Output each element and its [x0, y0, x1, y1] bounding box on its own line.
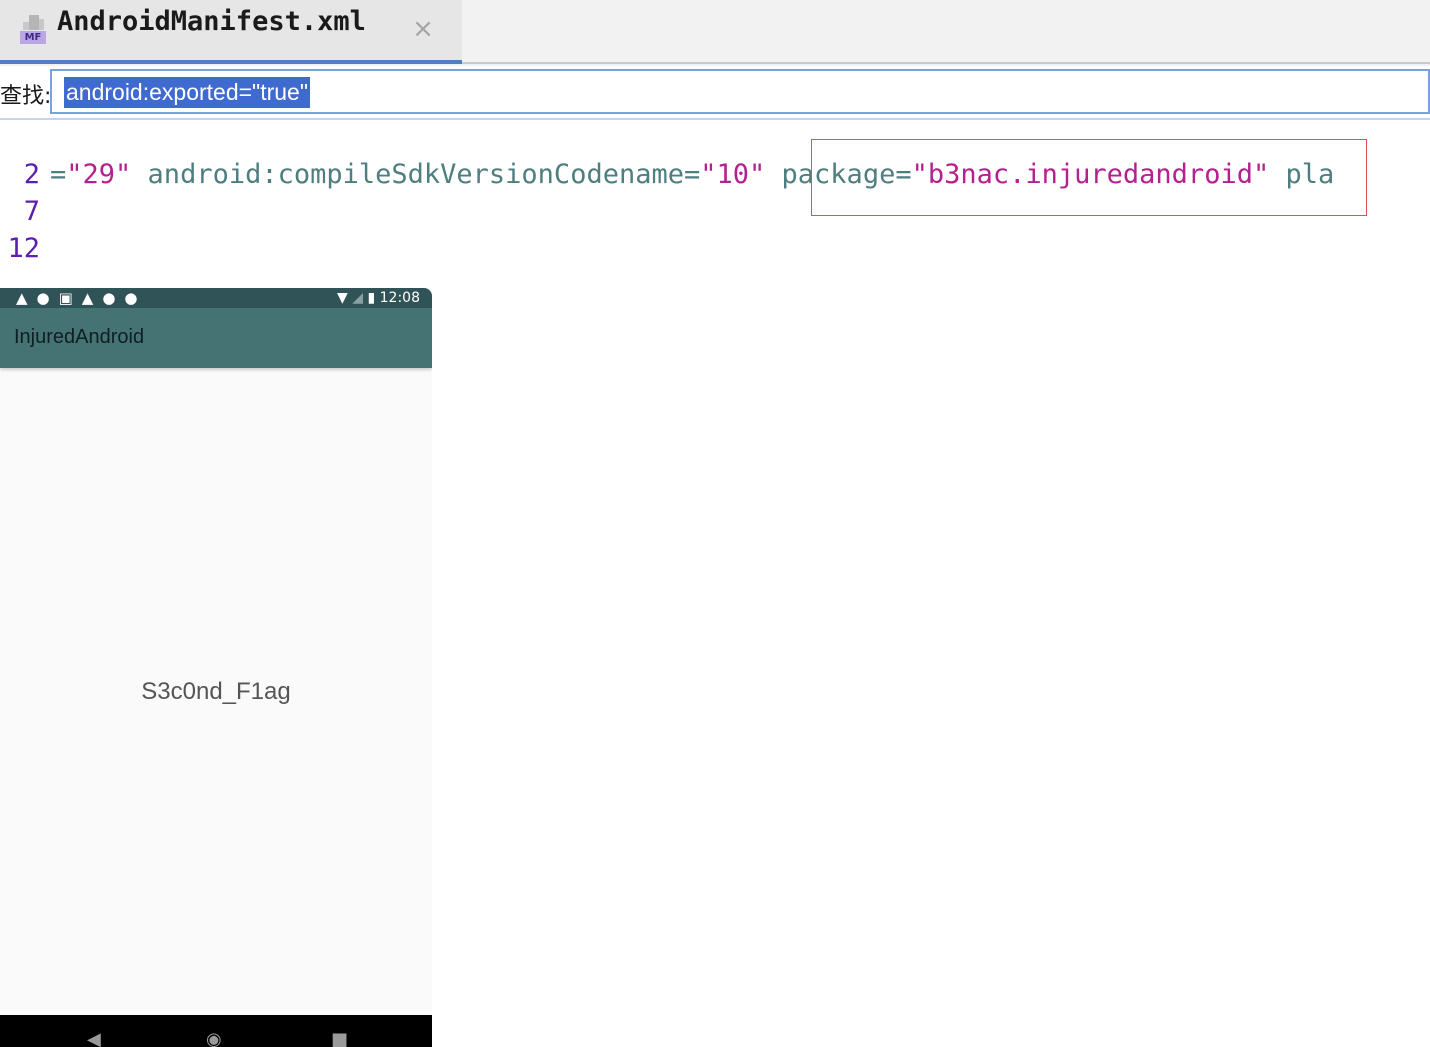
code-token: android:compileSdkVersionCodename= — [131, 159, 701, 190]
battery-icon: ▮ — [367, 290, 376, 306]
app-action-bar: InjuredAndroid — [0, 308, 432, 368]
tab-android-manifest[interactable]: MF AndroidManifest.xml × — [0, 0, 462, 64]
android-nav-bar: ◀ ◉ ■ — [0, 1015, 432, 1047]
android-emulator-screen: ▲●▣▲●● ▼ ◢ ▮ 12:08 InjuredAndroid S3c0nd… — [0, 288, 432, 1047]
code-token: = — [50, 159, 67, 190]
wifi-icon: ▼ — [337, 290, 348, 306]
screenshot-root: MF AndroidManifest.xml × 查找: android:exp… — [0, 0, 1430, 1047]
notification-icons: ▲●▣▲●● — [16, 289, 147, 307]
line-number: 12 — [7, 233, 40, 264]
find-bar: 查找: android:exported="true" — [0, 66, 1430, 120]
clock-time: 12:08 — [379, 290, 420, 306]
code-token: "29" — [66, 159, 132, 190]
find-input-selected-text[interactable]: android:exported="true" — [64, 77, 311, 108]
editor-tab-bar: MF AndroidManifest.xml × — [0, 0, 1430, 66]
home-icon[interactable]: ◉ — [206, 1029, 222, 1047]
signal-icon: ◢ — [352, 290, 364, 306]
manifest-file-icon: MF — [20, 14, 46, 46]
package-highlight-box — [811, 139, 1367, 216]
android-status-bar: ▲●▣▲●● ▼ ◢ ▮ 12:08 — [0, 288, 432, 308]
tab-title: AndroidManifest.xml — [57, 6, 366, 37]
line-number: 7 — [23, 196, 40, 227]
close-icon[interactable]: × — [412, 14, 434, 44]
code-token: "10" — [700, 159, 766, 190]
tab-bar-divider — [462, 62, 1430, 64]
flag-text: S3c0nd_F1ag — [141, 678, 291, 705]
back-icon[interactable]: ◀ — [87, 1029, 101, 1047]
manifest-icon-badge: MF — [20, 31, 46, 44]
recent-apps-icon[interactable]: ■ — [331, 1029, 348, 1047]
app-title: InjuredAndroid — [14, 326, 145, 348]
status-bar-right: ▼ ◢ ▮ 12:08 — [337, 289, 420, 307]
find-input[interactable]: android:exported="true" — [50, 69, 1430, 114]
line-number: 2 — [23, 159, 40, 190]
find-label: 查找: — [0, 84, 52, 109]
